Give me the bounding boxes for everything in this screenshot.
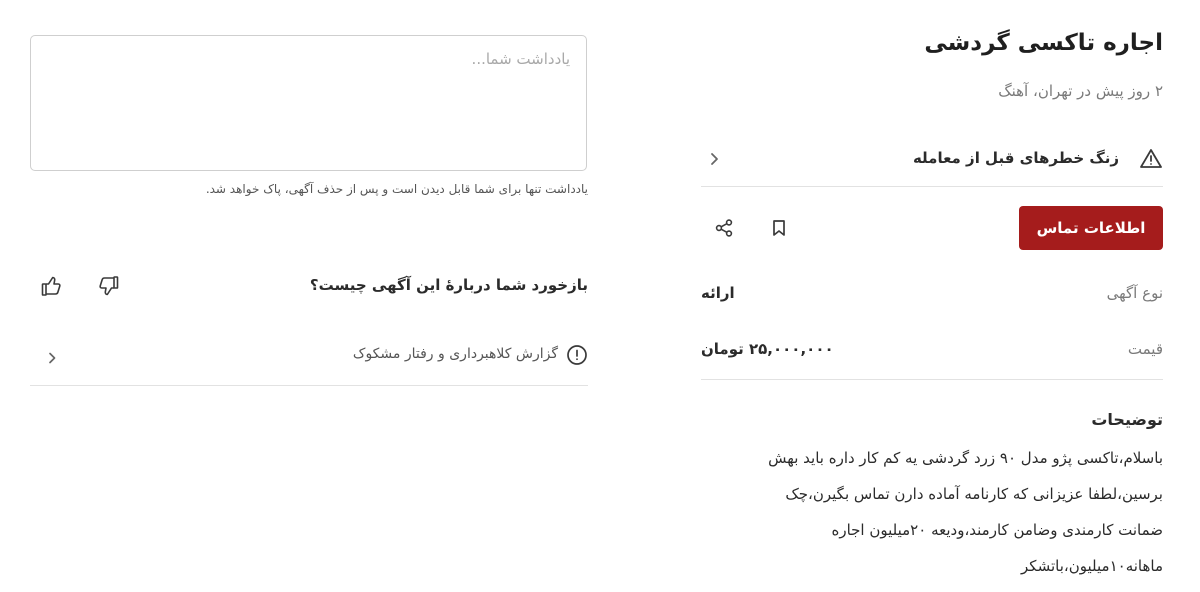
ad-title: اجاره تاکسی گردشی xyxy=(924,30,1163,56)
chevron-left-icon xyxy=(705,150,723,168)
contact-info-button[interactable]: اطلاعات تماس xyxy=(1019,206,1163,250)
share-icon[interactable] xyxy=(710,214,738,242)
price-row: قیمت ۲۵,۰۰۰,۰۰۰ تومان xyxy=(701,326,1163,380)
info-icon xyxy=(566,344,588,366)
ad-type-row: نوع آگهی ارائه xyxy=(701,270,1163,326)
thumbs-up-icon[interactable] xyxy=(38,272,66,300)
description-heading: توضیحات xyxy=(1091,410,1163,429)
description-line: ضمانت کارمندی وضامن کارمند،ودیعه ۲۰میلیو… xyxy=(831,521,1163,539)
warning-icon xyxy=(1139,147,1163,171)
description-line: ماهانه۱۰میلیون،باتشکر xyxy=(1021,557,1163,575)
ad-type-key: نوع آگهی xyxy=(1106,284,1163,302)
ad-subtitle: ۲ روز پیش در تهران، آهنگ xyxy=(998,82,1163,100)
description-body: باسلام،تاکسی پژو مدل ۹۰ زرد گردشی یه کم … xyxy=(701,440,1163,584)
safety-alerts-row[interactable]: زنگ خطرهای قبل از معامله xyxy=(701,137,1163,187)
bookmark-icon[interactable] xyxy=(765,214,793,242)
price-key: قیمت xyxy=(1127,340,1163,358)
price-value: ۲۵,۰۰۰,۰۰۰ تومان xyxy=(701,340,834,358)
report-fraud-row[interactable]: گزارش کلاهبرداری و رفتار مشکوک xyxy=(30,334,588,386)
report-fraud-label: گزارش کلاهبرداری و رفتار مشکوک xyxy=(352,346,558,362)
description-line: باسلام،تاکسی پژو مدل ۹۰ زرد گردشی یه کم … xyxy=(768,449,1163,467)
note-input[interactable] xyxy=(30,35,587,171)
safety-alerts-label: زنگ خطرهای قبل از معامله xyxy=(912,149,1119,167)
ad-type-value: ارائه xyxy=(701,284,735,302)
ad-detail-page: اجاره تاکسی گردشی ۲ روز پیش در تهران، آه… xyxy=(0,0,1200,592)
chevron-left-icon xyxy=(44,350,60,366)
thumbs-down-icon[interactable] xyxy=(94,272,122,300)
note-hint: یادداشت تنها برای شما قابل دیدن است و پس… xyxy=(205,182,588,196)
feedback-question: بازخورد شما دربارهٔ این آگهی چیست؟ xyxy=(309,276,588,294)
description-line: برسین،لطفا عزیزانی که کارنامه آماده دارن… xyxy=(785,485,1163,503)
